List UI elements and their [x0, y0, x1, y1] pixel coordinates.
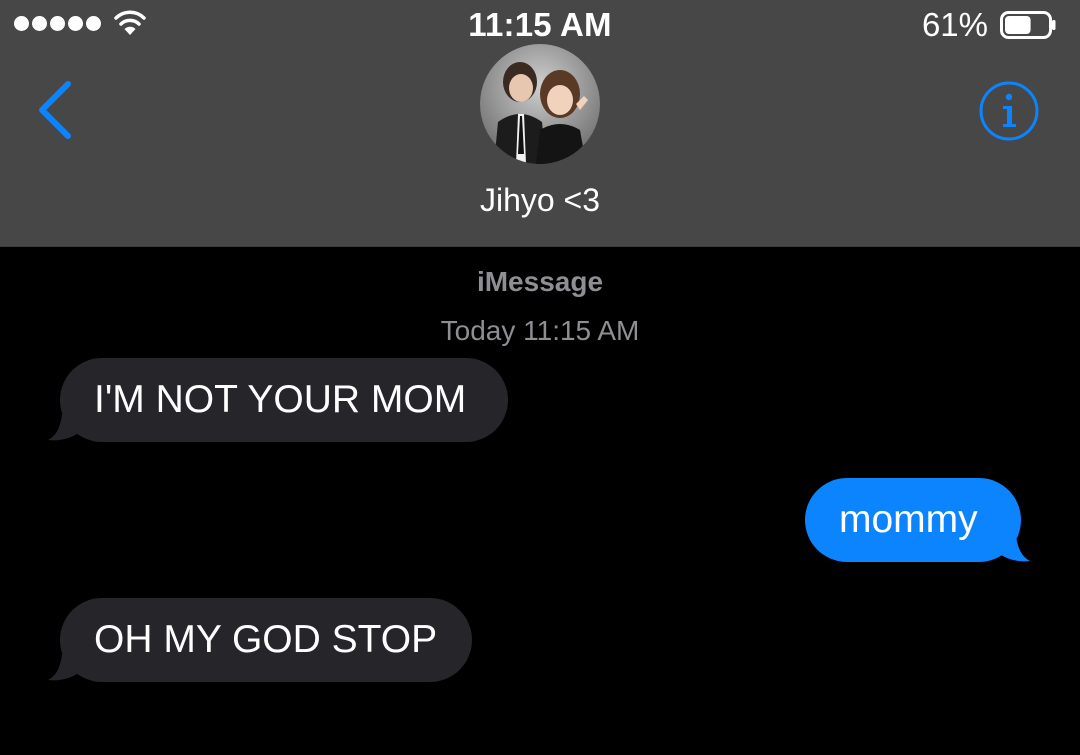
message-bubble-outgoing[interactable]: mommy	[805, 478, 1021, 562]
message-text: mommy	[839, 498, 978, 541]
service-label: iMessage	[476, 266, 604, 297]
info-icon[interactable]	[978, 80, 1040, 142]
contact-name[interactable]: Jihyo <3	[0, 182, 1080, 219]
message-bubble-incoming[interactable]: I'M NOT YOUR MOM	[60, 358, 508, 442]
status-time: 11:15 AM	[468, 6, 612, 43]
conversation-timestamp: Today 11:15 AM	[440, 315, 640, 346]
message-bubble-incoming[interactable]: OH MY GOD STOP	[60, 598, 472, 682]
navigation-bar: Jihyo <3	[0, 44, 1080, 246]
contact-photo-icon	[480, 44, 600, 164]
battery-percentage: 61%	[921, 6, 988, 43]
battery-icon	[1000, 11, 1056, 39]
conversation-header: 11:15 AM 61% Jihyo <3	[0, 0, 1080, 247]
messages-screen: 11:15 AM 61% Jihyo <3 iMessage Today 11:…	[0, 0, 1080, 755]
chevron-left-icon[interactable]	[34, 80, 78, 140]
message-text: I'M NOT YOUR MOM	[94, 378, 467, 421]
avatar[interactable]	[480, 44, 600, 164]
message-text: OH MY GOD STOP	[94, 618, 438, 661]
